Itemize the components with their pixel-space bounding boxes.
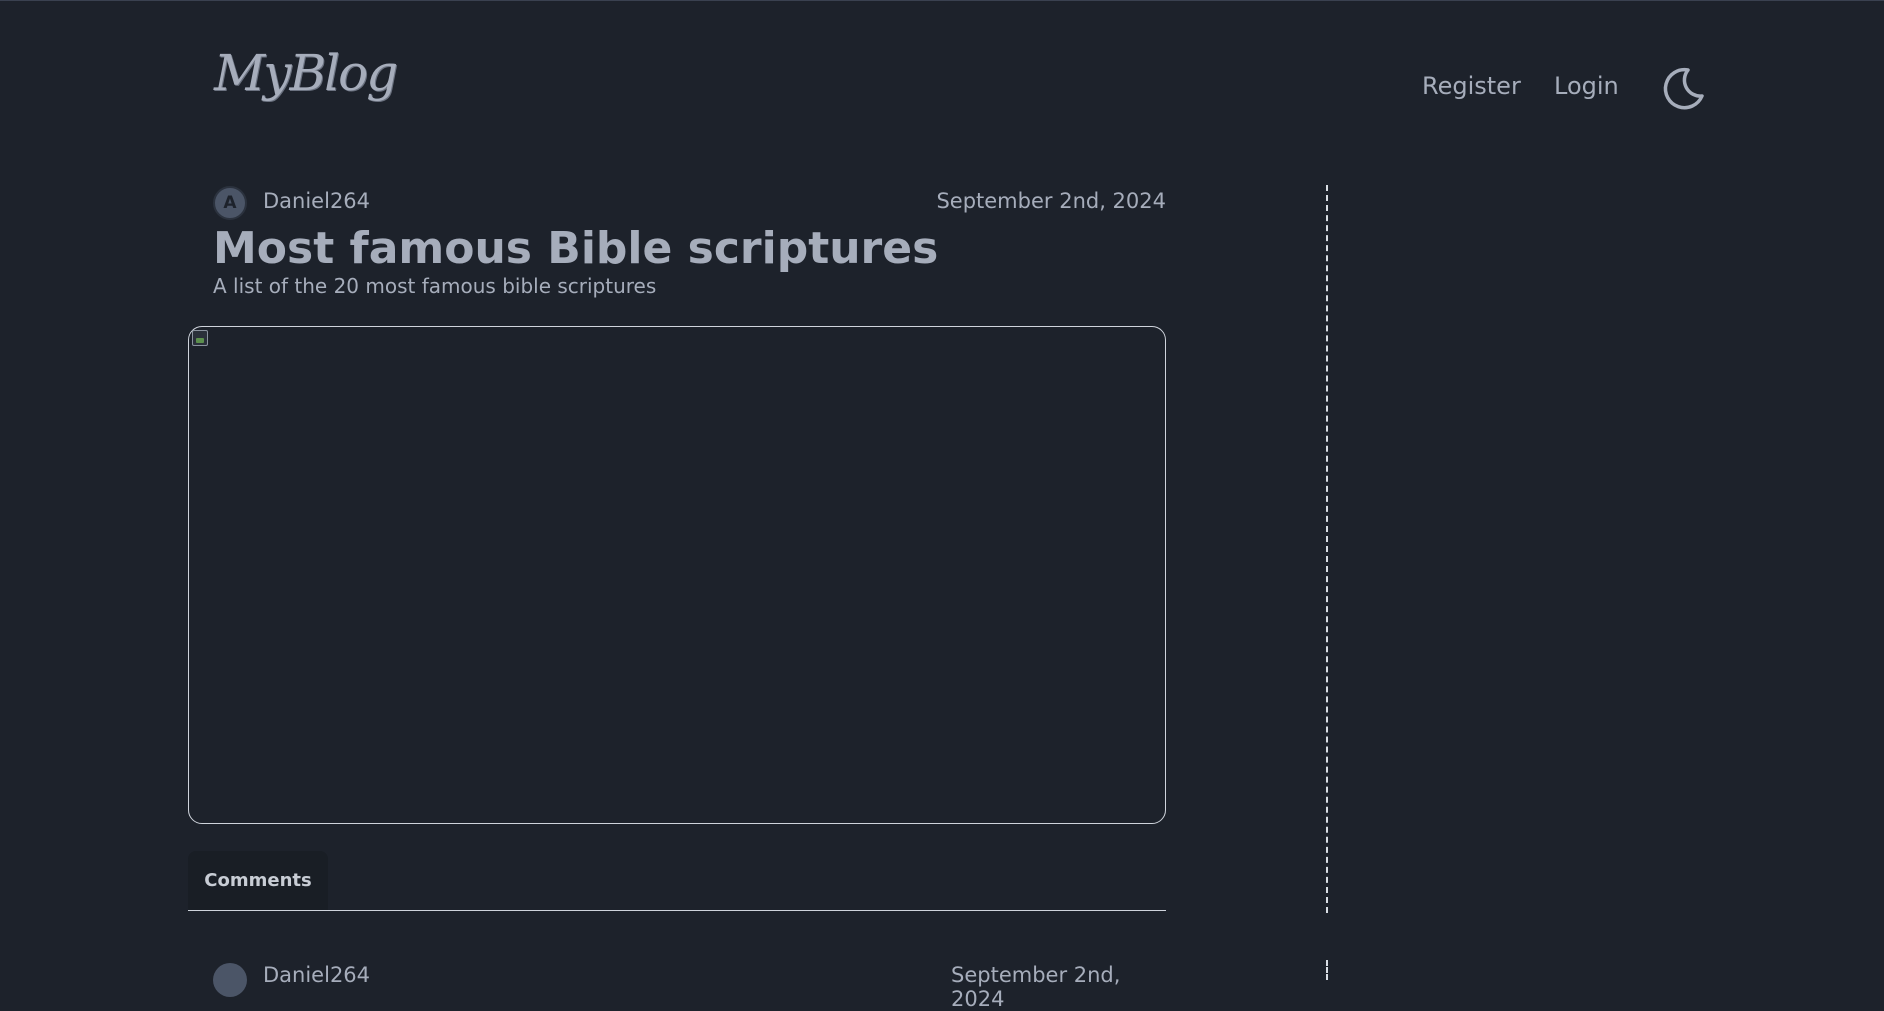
post-subtitle: A list of the 20 most famous bible scrip… [213, 274, 657, 298]
avatar[interactable]: A [213, 186, 247, 220]
sidebar-divider-lower [1326, 960, 1328, 980]
comment-date: September 2nd, 2024 [951, 963, 1121, 1011]
register-link[interactable]: Register [1422, 72, 1521, 100]
login-link[interactable]: Login [1554, 72, 1619, 100]
comment-avatar[interactable] [213, 963, 247, 997]
sidebar-divider [1326, 185, 1328, 913]
post-meta: A Daniel264 September 2nd, 2024 [213, 185, 1166, 220]
site-logo[interactable]: MyBlog [214, 48, 398, 98]
tab-comments[interactable]: Comments [188, 851, 328, 910]
top-border [0, 0, 1884, 1]
post-author[interactable]: Daniel264 [263, 189, 370, 213]
comment-author[interactable]: Daniel264 [263, 963, 370, 987]
tab-underline [188, 910, 1166, 911]
post-date: September 2nd, 2024 [936, 189, 1166, 213]
post-image [188, 326, 1166, 824]
broken-image-icon [192, 330, 208, 346]
moon-icon[interactable] [1660, 66, 1706, 112]
post-title: Most famous Bible scriptures [213, 223, 939, 274]
